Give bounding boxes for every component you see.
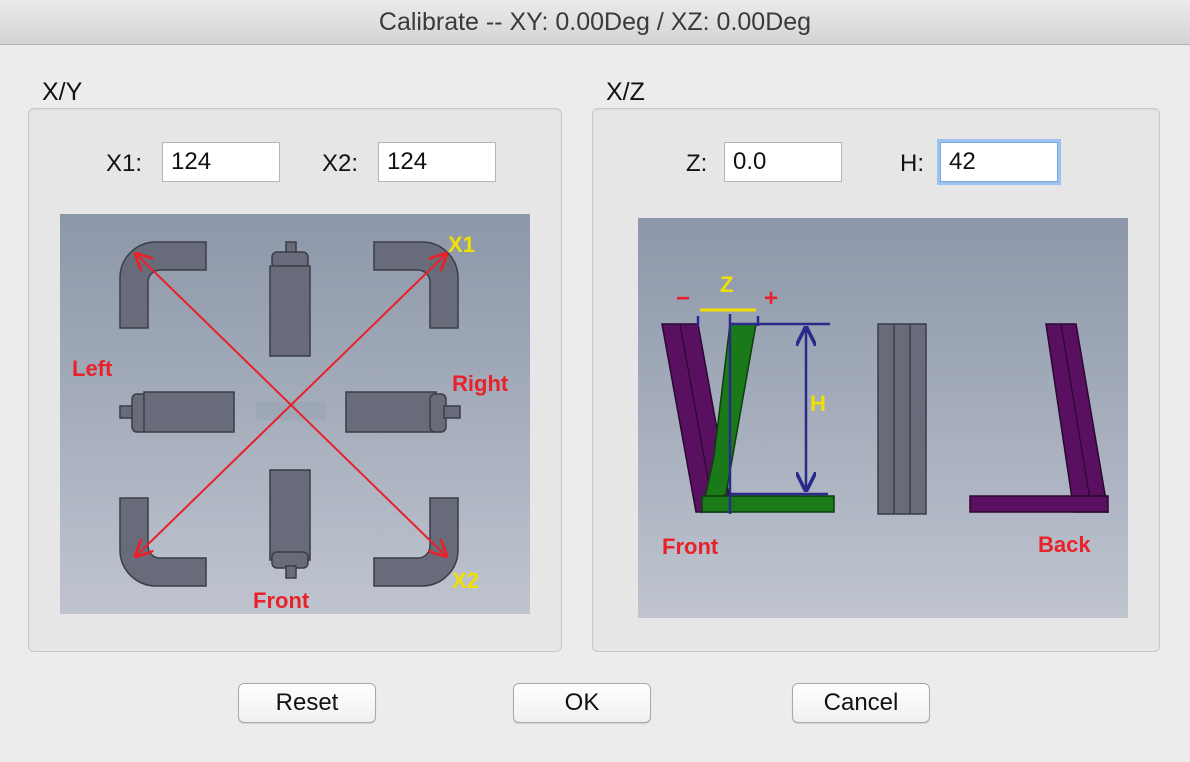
label-z: Z [720, 272, 733, 297]
label-left: Left [72, 356, 113, 381]
label-h: H [810, 391, 826, 416]
part-left-horizontal [119, 391, 235, 433]
x1-input[interactable] [162, 142, 280, 182]
x2-label: X2: [322, 150, 359, 177]
xy-diagram: X1 X2 Left Right Front [60, 214, 530, 614]
h-input[interactable] [940, 142, 1058, 182]
z-label: Z: [686, 150, 708, 177]
x1-label: X1: [106, 150, 143, 177]
label-minus: − [676, 285, 690, 312]
part-bottom-vertical [269, 469, 311, 579]
label-front: Front [662, 534, 719, 559]
xy-group-label: X/Y [42, 78, 83, 106]
label-x1: X1 [448, 232, 475, 257]
part-top-left-elbow [119, 241, 207, 329]
ok-button[interactable]: OK [513, 683, 651, 723]
window-titlebar: Calibrate -- XY: 0.00Deg / XZ: 0.00Deg [0, 0, 1190, 45]
label-plus: + [764, 285, 778, 312]
h-label: H: [900, 150, 924, 177]
label-front: Front [253, 588, 310, 613]
x2-input[interactable] [378, 142, 496, 182]
part-right-horizontal [345, 391, 461, 433]
label-back: Back [1038, 532, 1091, 557]
part-bottom-right-elbow [373, 497, 459, 587]
xz-group-label: X/Z [606, 78, 645, 106]
part-top-vertical [269, 241, 311, 357]
xz-diagram: − Z + H Front Back [638, 218, 1128, 618]
window-title: Calibrate -- XY: 0.00Deg / XZ: 0.00Deg [378, 8, 812, 36]
part-bottom-left-elbow [119, 497, 207, 587]
z-input[interactable] [724, 142, 842, 182]
label-x2: X2 [452, 568, 479, 593]
xz-diagram-svg: − Z + H Front Back [661, 272, 1109, 559]
reset-button[interactable]: Reset [238, 683, 376, 723]
cancel-button[interactable]: Cancel [792, 683, 930, 723]
front-green-part [700, 323, 835, 514]
label-right: Right [452, 371, 509, 396]
back-purple-part [969, 323, 1109, 513]
side-gray-part [877, 323, 927, 515]
xy-diagram-svg: X1 X2 Left Right Front [72, 232, 509, 613]
